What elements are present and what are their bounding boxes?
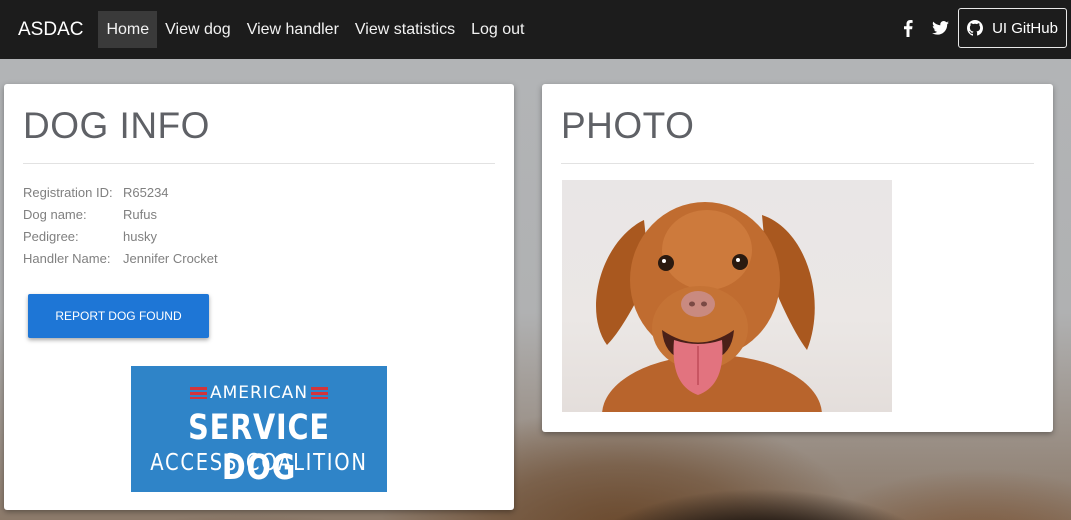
info-label: Handler Name: — [23, 250, 111, 266]
nav-log-out[interactable]: Log out — [463, 11, 532, 48]
info-label: Dog name: — [23, 206, 87, 222]
info-value: Jennifer Crocket — [123, 250, 218, 266]
facebook-icon[interactable] — [892, 8, 924, 48]
brand-logo[interactable]: ASDAC — [18, 19, 83, 41]
github-icon — [967, 20, 984, 36]
photo-card: PHOTO — [542, 84, 1053, 432]
dog-info-card: DOG INFO Registration ID: R65234 Dog nam… — [4, 84, 514, 510]
flag-icon — [189, 387, 207, 399]
info-row-dog-name: Dog name: Rufus — [23, 203, 218, 225]
info-value: R65234 — [123, 184, 169, 200]
twitter-icon[interactable] — [924, 8, 956, 48]
divider — [561, 163, 1034, 164]
info-label: Registration ID: — [23, 184, 113, 200]
github-label: UI GitHub — [992, 19, 1058, 37]
nav-home[interactable]: Home — [98, 11, 158, 48]
asdac-logo: AMERICAN SERVICE DOG ACCESS COALITION — [131, 366, 387, 492]
divider — [23, 163, 495, 164]
nav-view-handler[interactable]: View handler — [239, 11, 347, 48]
logo-line1: AMERICAN — [209, 383, 309, 403]
dog-info-title: DOG INFO — [23, 105, 210, 146]
dog-photo — [562, 180, 892, 412]
nav-view-dog[interactable]: View dog — [157, 11, 239, 48]
info-value: Rufus — [123, 206, 157, 222]
nav-view-statistics[interactable]: View statistics — [347, 11, 463, 48]
report-dog-found-button[interactable]: REPORT DOG FOUND — [28, 294, 209, 338]
logo-top: AMERICAN — [131, 383, 387, 403]
info-row-registration: Registration ID: R65234 — [23, 181, 218, 203]
github-button[interactable]: UI GitHub — [958, 8, 1067, 48]
info-label: Pedigree: — [23, 228, 79, 244]
info-row-handler: Handler Name: Jennifer Crocket — [23, 247, 218, 269]
info-row-pedigree: Pedigree: husky — [23, 225, 218, 247]
logo-line2: SERVICE DOG — [188, 408, 330, 488]
navbar: ASDAC Home View dog View handler View st… — [0, 0, 1071, 59]
nav-right: UI GitHub — [892, 8, 1067, 48]
flag-icon — [311, 387, 329, 399]
logo-line3: ACCESS COALITION — [150, 450, 368, 476]
dog-info-list: Registration ID: R65234 Dog name: Rufus … — [23, 181, 218, 269]
photo-title: PHOTO — [561, 105, 695, 146]
info-value: husky — [123, 228, 157, 244]
